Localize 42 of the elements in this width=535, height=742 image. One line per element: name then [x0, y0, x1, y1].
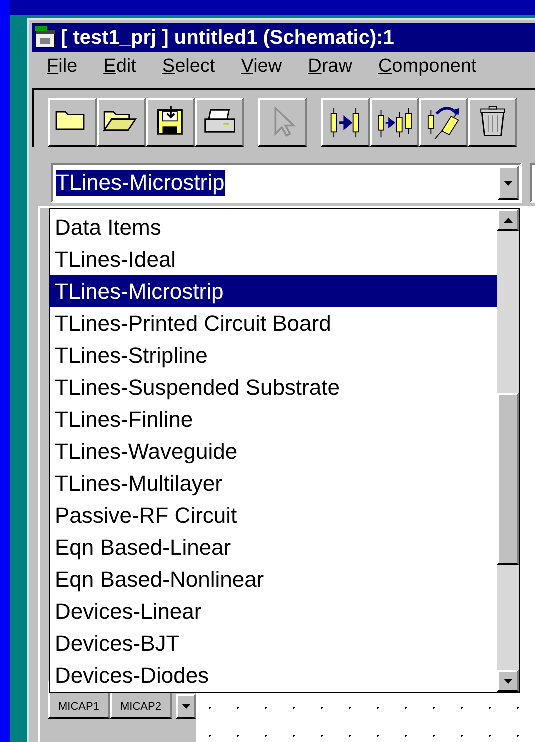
list-item[interactable]: TLines-Stripline	[50, 339, 497, 371]
toolbar-button[interactable]	[146, 98, 195, 147]
scroll-up-button[interactable]	[497, 209, 519, 231]
list-item[interactable]: Passive-RF Circuit	[50, 499, 497, 531]
menu-item[interactable]: File	[47, 52, 78, 82]
up-arrow-icon	[504, 218, 512, 222]
list-item[interactable]: Devices-Linear	[50, 595, 497, 627]
menu-item[interactable]: View	[241, 52, 282, 82]
window-title: [ test1_prj ] untitled1 (Schematic):1	[61, 26, 394, 50]
down-arrow-icon	[504, 678, 512, 684]
list-item[interactable]: TLines-Waveguide	[50, 435, 497, 467]
toolbar-button[interactable]	[468, 98, 517, 147]
toolbar-button[interactable]	[370, 98, 419, 147]
list-item[interactable]: TLines-Microstrip	[50, 275, 497, 307]
toolbar-button[interactable]	[321, 98, 370, 147]
list-item[interactable]: Eqn Based-Nonlinear	[50, 563, 497, 595]
toolbar-button[interactable]	[97, 98, 146, 147]
down-arrow-icon	[504, 180, 513, 186]
list-item[interactable]: TLines-Multilayer	[50, 467, 497, 499]
scroll-down-button[interactable]	[497, 670, 519, 692]
list-item[interactable]: TLines-Ideal	[50, 243, 497, 275]
list-item[interactable]: TLines-Finline	[50, 403, 497, 435]
toolbar-button[interactable]	[48, 98, 97, 147]
scrollbar[interactable]	[497, 209, 519, 692]
palette-combo[interactable]: TLines-Microstrip	[51, 163, 522, 203]
list-item[interactable]: Eqn Based-Linear	[50, 531, 497, 563]
menu-item[interactable]: Component	[378, 52, 477, 82]
down-arrow-icon	[182, 704, 190, 709]
menu-item[interactable]: Draw	[308, 52, 352, 82]
list-item[interactable]: Devices-BJT	[50, 627, 497, 659]
dropdown-button[interactable]	[498, 166, 519, 200]
list-item[interactable]: TLines-Suspended Substrate	[50, 371, 497, 403]
scroll-down-button[interactable]	[176, 694, 196, 719]
list-item[interactable]: Data Items	[50, 211, 497, 243]
combo-value: TLines-Microstrip	[56, 170, 225, 196]
scroll-thumb[interactable]	[497, 393, 519, 565]
list-item[interactable]: TLines-Printed Circuit Board	[50, 307, 497, 339]
menu-item[interactable]: Select	[162, 52, 216, 82]
menu-item[interactable]: Edit	[104, 52, 136, 82]
toolbar-button[interactable]	[419, 98, 468, 147]
app-icon	[34, 26, 58, 50]
toolbar-button[interactable]	[195, 98, 244, 147]
